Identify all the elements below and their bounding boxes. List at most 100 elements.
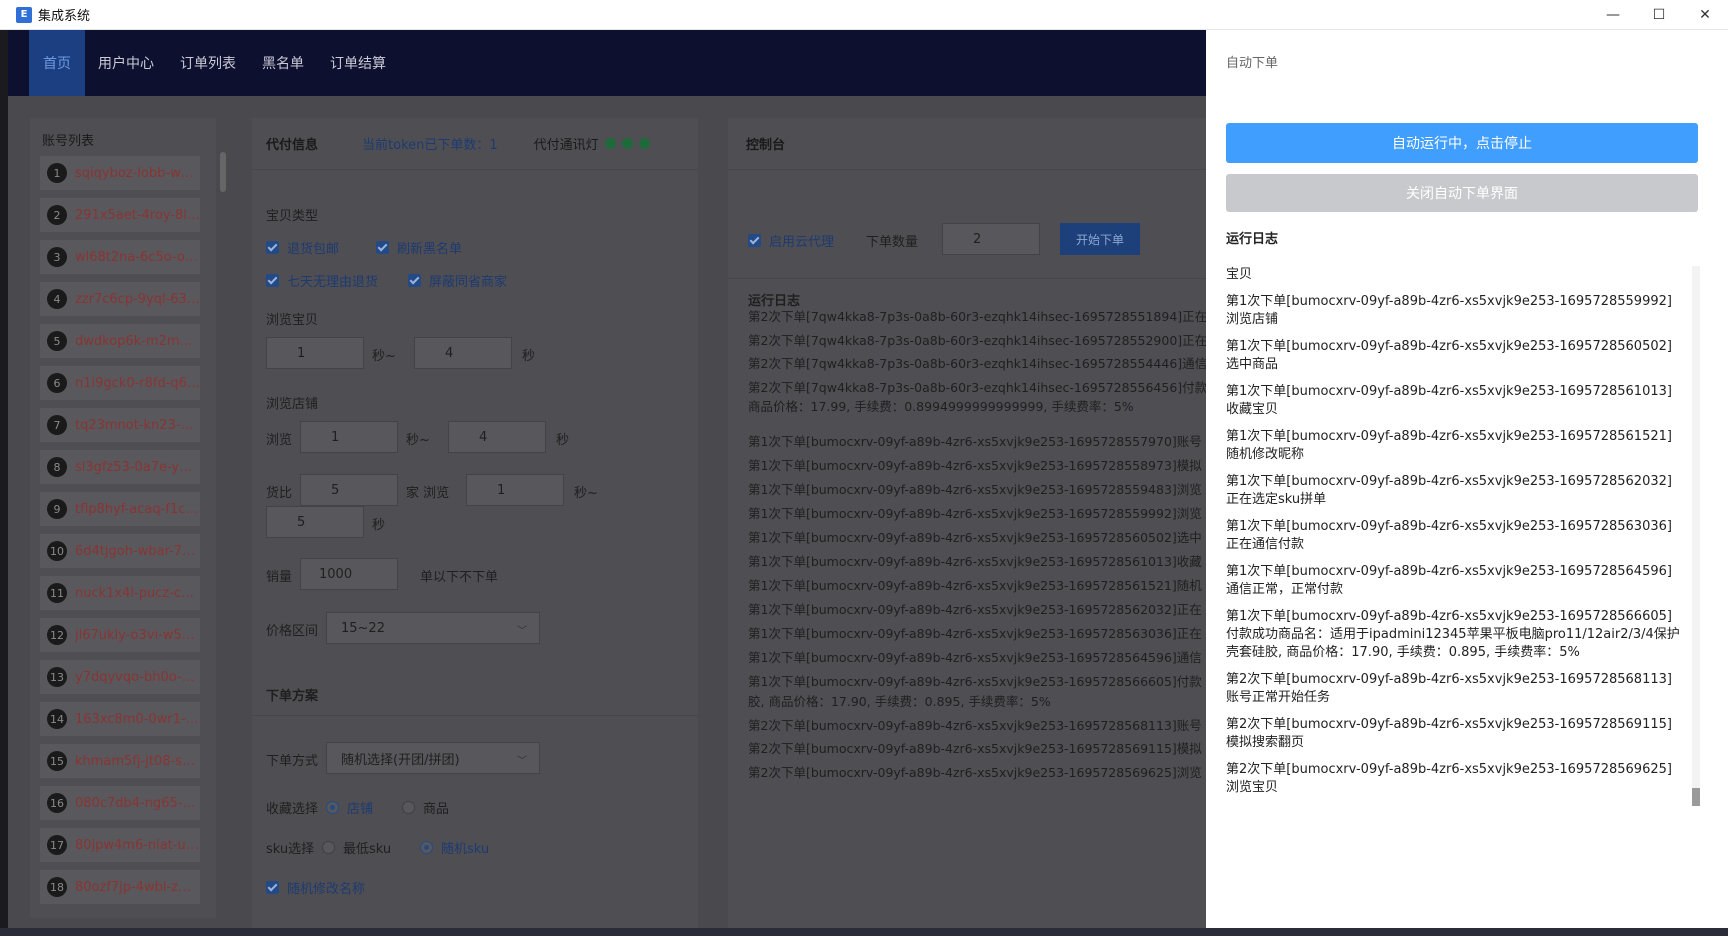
random-rename-checkbox[interactable]: 随机修改名称 (266, 878, 365, 897)
compare-unit: 家 浏览 (406, 486, 450, 501)
nav-order-list[interactable]: 订单列表 (167, 30, 249, 96)
browse-item-min-input[interactable]: 1 (266, 337, 364, 369)
drawer-log: 宝贝第1次下单[bumocxrv-09yf-a89b-4zr6-xs5xvjk9… (1226, 266, 1698, 806)
account-name: tq23mnot-kn23-85f... (75, 417, 200, 433)
account-index-badge: 2 (47, 205, 67, 225)
nav-blacklist[interactable]: 黑名单 (249, 30, 317, 96)
account-item[interactable]: 9 tflp8hyf-acaq-f1ci-h... (40, 492, 200, 526)
account-item[interactable]: 16 080c7db4-ng65-ty... (40, 786, 200, 820)
drawer-log-entry: 第1次下单[bumocxrv-09yf-a89b-4zr6-xs5xvjk9e2… (1226, 474, 1672, 507)
console-log-line: 胶, 商品价格：17.90, 手续费：0.895, 手续费率：5% (748, 694, 1051, 709)
account-index-badge: 9 (47, 499, 67, 519)
favorite-shop-label: 店铺 (347, 802, 374, 817)
sku-random-radio[interactable]: 随机sku (420, 838, 489, 857)
account-item[interactable]: 1 sqiqyboz-lobb-wm4... (40, 156, 200, 190)
account-name: 163xc8m0-0wr1-q... (75, 711, 200, 727)
account-item[interactable]: 12 jl67ukly-o3vi-w5z9... (40, 618, 200, 652)
nav-home[interactable]: 首页 (29, 30, 85, 96)
account-name: khmam5fj-jt08-sqa... (75, 753, 200, 769)
window-controls: — ☐ ✕ (1590, 0, 1728, 30)
account-item[interactable]: 6 n1i9gck0-r8fd-q6ef-... (40, 366, 200, 400)
order-qty-input[interactable]: 2 (942, 223, 1040, 255)
account-name: 80ozf7jp-4wbl-zm... (75, 879, 200, 895)
compare-browse-max-input[interactable]: 5 (266, 506, 364, 538)
nav-user-center[interactable]: 用户中心 (85, 30, 167, 96)
drawer-log-scroll-thumb[interactable] (1692, 788, 1700, 806)
account-item[interactable]: 8 sl3gfz53-0a7e-y27r... (40, 450, 200, 484)
account-item[interactable]: 13 y7dqyvqo-bh0o-zf... (40, 660, 200, 694)
cloud-proxy-checkbox[interactable]: 启用云代理 (748, 231, 834, 250)
console-panel: 控制台 启用云代理 下单数量 2 开始下单 运行日志 第2次下单[7qw4kka… (728, 118, 1208, 928)
return-free-checkbox[interactable]: 退货包邮 (266, 238, 339, 257)
account-item[interactable]: 14 163xc8m0-0wr1-q... (40, 702, 200, 736)
compare-browse-min-input[interactable]: 1 (466, 474, 564, 506)
price-range-label: 价格区间 (266, 624, 319, 639)
console-log-line: 第2次下单[7qw4kka8-7p3s-0a8b-60r3-ezqhk14ihs… (748, 356, 1208, 371)
sku-label: sku选择 (266, 842, 315, 857)
compare-label: 货比 (266, 486, 293, 501)
favorite-item-radio[interactable]: 商品 (402, 798, 449, 817)
drawer-log-entry: 第1次下单[bumocxrv-09yf-a89b-4zr6-xs5xvjk9e2… (1226, 339, 1672, 372)
sku-min-radio[interactable]: 最低sku (322, 838, 391, 857)
drawer-log-entry: 第2次下单[bumocxrv-09yf-a89b-4zr6-xs5xvjk9e2… (1226, 672, 1672, 705)
account-item[interactable]: 5 dwdkop6k-m2m9-m... (40, 324, 200, 358)
random-rename-label: 随机修改名称 (287, 882, 366, 897)
agent-panel: 代付信息 当前token已下单数：1 代付通讯灯 宝贝类型 退货包邮 刷新黑名单… (252, 118, 698, 928)
account-item[interactable]: 10 6d4tjgoh-wbar-7a... (40, 534, 200, 568)
start-order-button[interactable]: 开始下单 (1060, 223, 1140, 255)
account-index-badge: 11 (47, 583, 67, 603)
block-same-province-checkbox[interactable]: 屏蔽同省商家 (408, 271, 507, 290)
account-list-scrollbar[interactable] (220, 152, 226, 192)
divider (252, 715, 698, 716)
stop-auto-run-button[interactable]: 自动运行中，点击停止 (1226, 123, 1698, 163)
account-name: wl68t2na-6c5o-ofkg... (75, 249, 200, 265)
console-log-line: 第1次下单[bumocxrv-09yf-a89b-4zr6-xs5xvjk9e2… (748, 578, 1202, 593)
account-index-badge: 4 (47, 289, 67, 309)
account-item[interactable]: 15 khmam5fj-jt08-sqa... (40, 744, 200, 778)
account-index-badge: 18 (47, 877, 67, 897)
sku-min-label: 最低sku (343, 842, 392, 857)
drawer-log-scrollbar[interactable] (1692, 266, 1700, 806)
checkbox-checked-icon (266, 881, 279, 894)
account-name: sl3gfz53-0a7e-y27r... (75, 459, 200, 475)
return-free-label: 退货包邮 (287, 242, 340, 257)
browse-item-max-input[interactable]: 4 (414, 337, 512, 369)
seven-day-return-checkbox[interactable]: 七天无理由退货 (266, 271, 378, 290)
price-range-value: 15~22 (341, 620, 385, 636)
sales-input[interactable]: 1000 (300, 558, 398, 590)
browse-shop-min-input[interactable]: 1 (300, 421, 398, 453)
browse-shop-max-input[interactable]: 4 (448, 421, 546, 453)
account-item[interactable]: 3 wl68t2na-6c5o-ofkg... (40, 240, 200, 274)
drawer-log-entry: 第1次下单[bumocxrv-09yf-a89b-4zr6-xs5xvjk9e2… (1226, 429, 1672, 462)
refresh-blacklist-label: 刷新黑名单 (397, 242, 463, 257)
account-item[interactable]: 18 80ozf7jp-4wbl-zm... (40, 870, 200, 904)
account-item[interactable]: 17 80jpw4m6-niat-up... (40, 828, 200, 862)
account-index-badge: 12 (47, 625, 67, 645)
console-log-line: 第2次下单[bumocxrv-09yf-a89b-4zr6-xs5xvjk9e2… (748, 765, 1202, 780)
chevron-down-icon: ﹀ (517, 626, 527, 637)
close-window-button[interactable]: ✕ (1682, 0, 1728, 30)
maximize-button[interactable]: ☐ (1636, 0, 1682, 30)
account-item[interactable]: 2 291x5aet-4roy-8luk... (40, 198, 200, 232)
token-order-count: 当前token已下单数：1 (362, 138, 498, 153)
drawer-log-entry: 宝贝 (1226, 267, 1253, 282)
favorite-shop-radio[interactable]: 店铺 (326, 798, 373, 817)
account-list: 1 sqiqyboz-lobb-wm4... 2 291x5aet-4roy-8luk… (40, 156, 200, 916)
console-log-line: 第2次下单[7qw4kka8-7p3s-0a8b-60r3-ezqhk14ihs… (748, 333, 1208, 348)
price-range-select[interactable]: 15~22 ﹀ (326, 612, 540, 644)
account-index-badge: 17 (47, 835, 67, 855)
compare-count-input[interactable]: 5 (300, 474, 398, 506)
minimize-button[interactable]: — (1590, 0, 1636, 30)
order-method-select[interactable]: 随机选择(开团/拼团) ﹀ (326, 742, 540, 774)
close-auto-order-button[interactable]: 关闭自动下单界面 (1226, 174, 1698, 212)
account-index-badge: 6 (47, 373, 67, 393)
nav-order-settlement[interactable]: 订单结算 (317, 30, 399, 96)
checkbox-checked-icon (376, 241, 389, 254)
console-log-line: 第1次下单[bumocxrv-09yf-a89b-4zr6-xs5xvjk9e2… (748, 650, 1202, 665)
account-item[interactable]: 11 nuck1x4l-pucz-cpo... (40, 576, 200, 610)
seven-day-label: 七天无理由退货 (287, 275, 379, 290)
account-item[interactable]: 4 zzr7c6cp-9yql-63wv... (40, 282, 200, 316)
account-index-badge: 1 (47, 163, 67, 183)
account-item[interactable]: 7 tq23mnot-kn23-85f... (40, 408, 200, 442)
refresh-blacklist-checkbox[interactable]: 刷新黑名单 (376, 238, 462, 257)
